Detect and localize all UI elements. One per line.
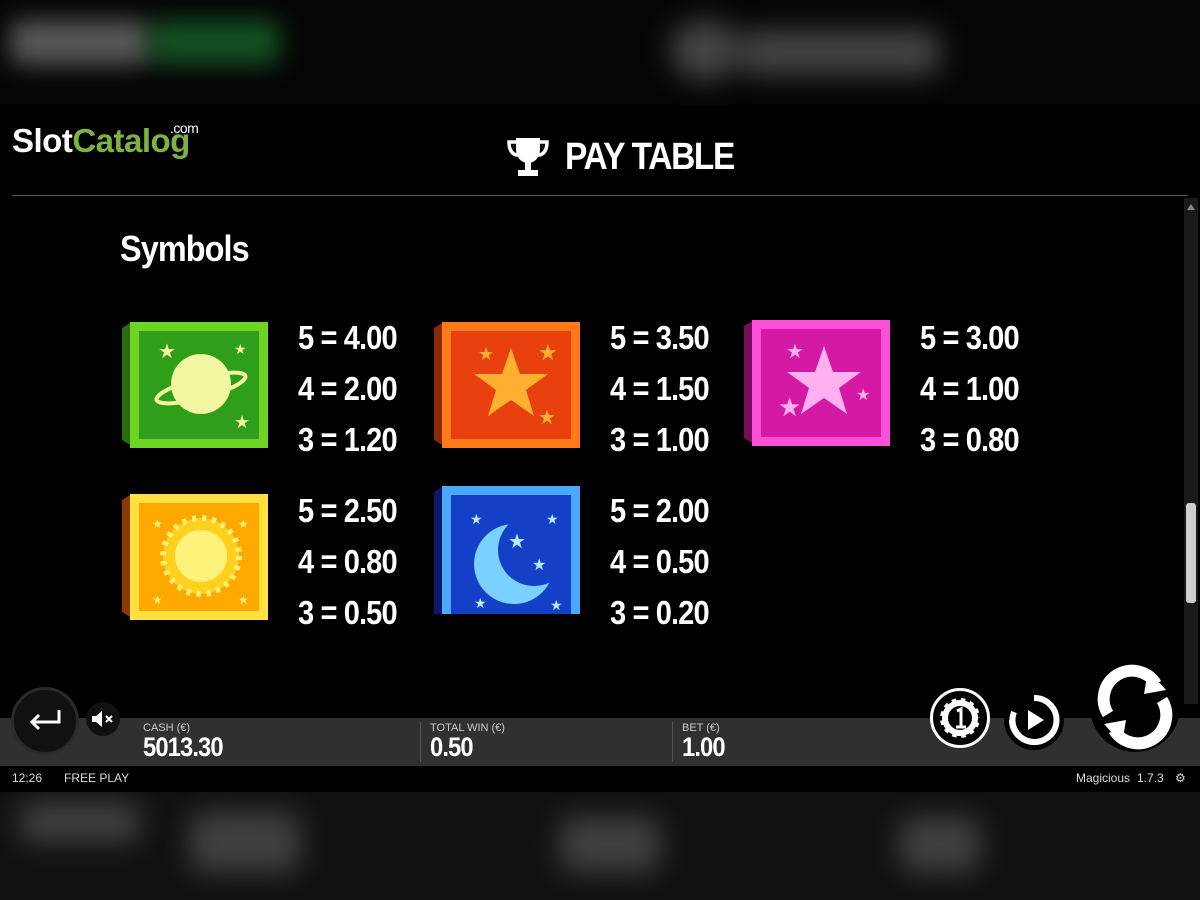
svg-text:★: ★ [478, 344, 494, 365]
svg-text:★: ★ [532, 555, 546, 574]
svg-text:★: ★ [538, 405, 556, 429]
pay-line: 4 = 1.50 [610, 370, 710, 407]
coin-value-icon [938, 696, 982, 740]
pay-line: 3 = 1.20 [298, 421, 398, 458]
header-divider [12, 195, 1188, 196]
game-name: Magicious [1076, 771, 1131, 785]
bet-display[interactable]: BET (€) 1.00 [682, 722, 731, 763]
back-button[interactable] [11, 687, 79, 755]
svg-text:★: ★ [152, 517, 163, 531]
game-version: 1.7.3 [1137, 771, 1164, 785]
yellow-sun-symbol: ★ ★ ★ ★ [122, 494, 268, 620]
back-arrow-icon [29, 710, 61, 731]
autoplay-button[interactable] [1004, 690, 1064, 750]
svg-text:★: ★ [470, 512, 483, 528]
cash-display: CASH (€) 5013.30 [143, 722, 234, 763]
svg-text:★: ★ [550, 598, 563, 614]
page-title: PAY TABLE [565, 135, 735, 178]
pay-table-header: PAY TABLE [505, 135, 757, 179]
logo-text-slot: Slot [12, 122, 73, 159]
pay-line: 4 = 2.00 [298, 370, 398, 407]
scrollbar-thumb[interactable] [1186, 503, 1196, 603]
bar-separator [672, 722, 673, 762]
pink-star-symbol: ★ ★ ★ [744, 320, 890, 446]
svg-text:★: ★ [786, 339, 804, 363]
total-win-display: TOTAL WIN (€) 0.50 [430, 722, 505, 763]
coin-value-button[interactable] [930, 688, 990, 748]
total-win-value: 0.50 [430, 732, 474, 762]
svg-text:★: ★ [234, 412, 250, 433]
pay-line: 5 = 3.00 [920, 319, 1020, 356]
svg-text:★: ★ [538, 341, 558, 366]
pay-line: 3 = 0.20 [610, 594, 710, 631]
pay-line: 3 = 0.80 [920, 421, 1020, 458]
bar-separator [420, 722, 421, 762]
section-title: Symbols [120, 228, 250, 269]
svg-text:★: ★ [778, 393, 801, 423]
svg-text:★: ★ [234, 342, 247, 358]
pay-line: 5 = 2.50 [298, 492, 398, 529]
play-mode: FREE PLAY [64, 771, 130, 785]
symbol-payouts: 5 = 3.00 4 = 1.00 3 = 0.80 [920, 312, 1020, 465]
logo-suffix: .com [170, 120, 199, 136]
symbol-payouts: 5 = 2.00 4 = 0.50 3 = 0.20 [610, 485, 710, 638]
symbol-payouts: 5 = 3.50 4 = 1.50 3 = 1.00 [610, 312, 710, 465]
bet-value[interactable]: 1.00 [682, 732, 726, 763]
blurred-bottom-banner [0, 792, 1200, 900]
spin-button[interactable] [1090, 662, 1180, 752]
sound-button[interactable] [86, 702, 120, 736]
trophy-icon [507, 138, 549, 176]
svg-text:★: ★ [856, 385, 870, 404]
green-planet-symbol: ★ ★ ★ [122, 322, 268, 448]
scroll-up-icon[interactable] [1187, 204, 1195, 210]
scrollbar[interactable] [1184, 198, 1198, 704]
pay-line: 5 = 4.00 [298, 319, 398, 356]
clock-time: 12:26 [12, 771, 43, 785]
svg-text:★: ★ [238, 517, 249, 531]
sound-muted-icon [92, 711, 113, 727]
orange-star-symbol: ★ ★ ★ [434, 322, 580, 448]
spin-icon [1097, 664, 1173, 750]
cash-value: 5013.30 [143, 732, 224, 762]
svg-text:★: ★ [152, 593, 163, 607]
pay-line: 3 = 0.50 [298, 594, 398, 631]
svg-text:★: ★ [238, 593, 249, 607]
settings-icon[interactable]: ⚙ [1175, 771, 1186, 785]
pay-line: 4 = 0.80 [298, 543, 398, 580]
pay-line: 5 = 2.00 [610, 492, 710, 529]
svg-text:★: ★ [474, 596, 487, 612]
pay-line: 3 = 1.00 [610, 421, 710, 458]
svg-text:★: ★ [508, 529, 526, 553]
pay-line: 4 = 0.50 [610, 543, 710, 580]
pay-line: 5 = 3.50 [610, 319, 710, 356]
blue-moon-symbol: ★ ★ ★ ★ ★ ★ [434, 486, 580, 614]
slotcatalog-logo: SlotCatalog .com [12, 120, 199, 160]
symbol-payouts: 5 = 4.00 4 = 2.00 3 = 1.20 [298, 312, 398, 465]
autoplay-icon [1009, 694, 1060, 745]
symbol-payouts: 5 = 2.50 4 = 0.80 3 = 0.50 [298, 485, 398, 638]
blurred-top-banner [0, 0, 1200, 105]
svg-text:★: ★ [158, 339, 176, 363]
status-bar: 12:26 FREE PLAY Magicious 1.7.3 ⚙ [0, 767, 1200, 791]
svg-text:★: ★ [546, 512, 559, 528]
pay-line: 4 = 1.00 [920, 370, 1020, 407]
